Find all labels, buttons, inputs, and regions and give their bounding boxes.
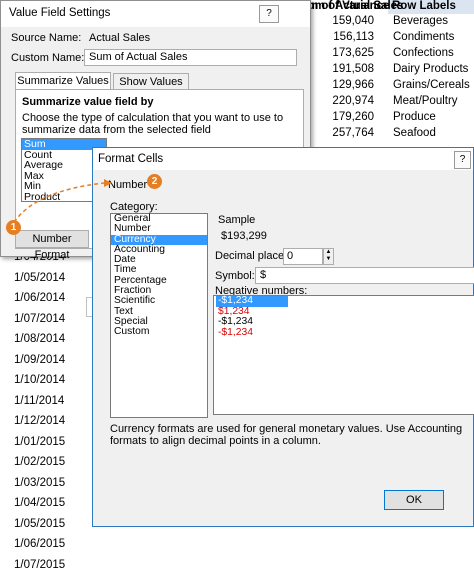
callout-badge-2: 2	[147, 174, 162, 189]
callout-arrow	[0, 0, 474, 527]
date-cell[interactable]: 1/06/2015	[14, 534, 74, 555]
date-cell[interactable]: 1/07/2015	[14, 555, 74, 575]
callout-badge-1: 1	[6, 220, 21, 235]
